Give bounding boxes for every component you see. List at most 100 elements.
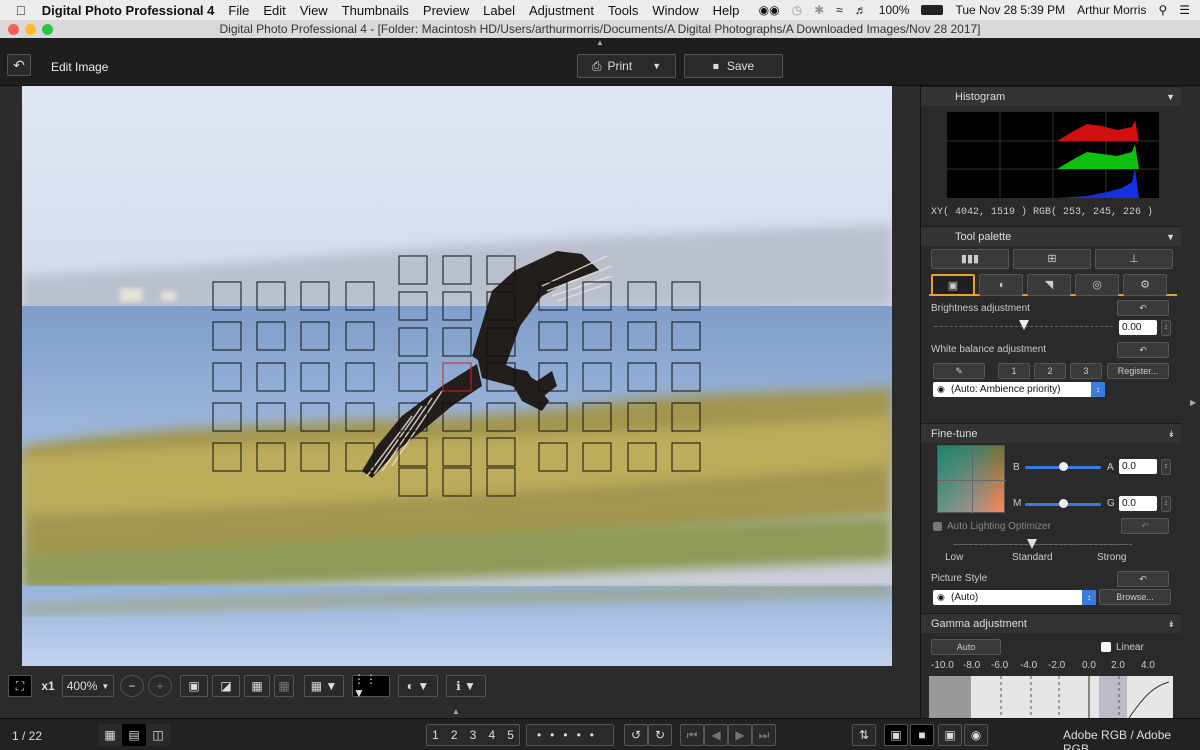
- chevron-down-icon[interactable]: ▼: [652, 61, 661, 71]
- menu-edit[interactable]: Edit: [263, 3, 285, 18]
- a-stepper[interactable]: ↕: [1161, 459, 1171, 475]
- menu-window[interactable]: Window: [652, 3, 698, 18]
- view-single-button[interactable]: ▤: [122, 724, 146, 746]
- gamma-graph[interactable]: [929, 676, 1173, 718]
- fine-tune-header[interactable]: Fine-tune ↡: [921, 423, 1181, 443]
- zoom-window-button[interactable]: [42, 24, 53, 35]
- panel-expand-icon[interactable]: ▶: [1190, 398, 1196, 407]
- picture-style-select[interactable]: ◉ (Auto) ↕: [933, 590, 1096, 605]
- last-image-button[interactable]: ⏭: [752, 724, 776, 746]
- menu-app-name[interactable]: Digital Photo Professional 4: [42, 3, 215, 18]
- save-button[interactable]: ⏹ Save: [684, 54, 783, 78]
- menu-clock[interactable]: Tue Nov 28 5:39 PM: [955, 3, 1065, 17]
- gamma-auto-button[interactable]: Auto: [931, 639, 1001, 655]
- sort-button[interactable]: ⇅: [852, 724, 876, 746]
- info-button[interactable]: ℹ ▼: [446, 675, 486, 697]
- rotate-left-button[interactable]: ↺: [624, 724, 648, 746]
- b-a-knob[interactable]: [1059, 462, 1068, 471]
- thumb-mode-3-button[interactable]: ▣: [938, 724, 962, 746]
- apple-menu-icon[interactable]: : [16, 3, 26, 18]
- close-window-button[interactable]: [8, 24, 19, 35]
- label-dots-button[interactable]: •••••: [526, 724, 614, 746]
- menu-adjustment[interactable]: Adjustment: [529, 3, 594, 18]
- menu-thumbnails[interactable]: Thumbnails: [342, 3, 409, 18]
- gamma-header[interactable]: Gamma adjustment ↡: [921, 613, 1181, 633]
- histogram-header[interactable]: Histogram ▼: [921, 86, 1181, 106]
- zoom-x1-button[interactable]: x1: [36, 675, 60, 697]
- linear-checkbox[interactable]: [1101, 642, 1111, 652]
- bluetooth-icon[interactable]: ✱: [814, 3, 824, 17]
- menu-label[interactable]: Label: [483, 3, 515, 18]
- rotate-tool-button[interactable]: ◪: [212, 675, 240, 697]
- layout-button[interactable]: ▦: [274, 675, 294, 697]
- brightness-stepper[interactable]: ↕: [1161, 320, 1171, 336]
- wb-register-button[interactable]: Register...: [1107, 363, 1169, 379]
- wb-register-1-button[interactable]: 1: [998, 363, 1030, 379]
- menu-view[interactable]: View: [300, 3, 328, 18]
- tab-color[interactable]: ◎: [1075, 274, 1119, 296]
- view-grid-button[interactable]: ▦: [98, 724, 122, 746]
- tab-basic[interactable]: ▣: [931, 274, 975, 296]
- menu-user[interactable]: Arthur Morris: [1077, 3, 1146, 17]
- tool-adjust-button[interactable]: ▮▮▮: [931, 249, 1009, 269]
- compare-tool-button[interactable]: ▦: [244, 675, 270, 697]
- double-chevron-icon[interactable]: ↡: [1167, 424, 1175, 444]
- picture-style-reset-button[interactable]: ↶: [1117, 571, 1169, 587]
- brightness-knob[interactable]: [1019, 320, 1029, 330]
- color-wheel[interactable]: [937, 445, 1006, 514]
- notification-center-icon[interactable]: ☰: [1179, 3, 1190, 17]
- menu-file[interactable]: File: [228, 3, 249, 18]
- wb-register-3-button[interactable]: 3: [1070, 363, 1102, 379]
- wifi-icon[interactable]: ≈: [836, 3, 843, 17]
- rating-4-button[interactable]: 4: [483, 728, 500, 742]
- g-value-input[interactable]: 0.0: [1119, 496, 1157, 511]
- alo-knob[interactable]: [1027, 539, 1037, 549]
- menu-preview[interactable]: Preview: [423, 3, 469, 18]
- volume-icon[interactable]: ♬: [855, 3, 867, 17]
- tab-settings[interactable]: ⚙: [1123, 274, 1167, 296]
- af-points-button[interactable]: ⋮⋮ ▼: [352, 672, 390, 700]
- tab-curve[interactable]: ◥: [1027, 274, 1071, 296]
- collapse-toolbar-icon[interactable]: ▲: [596, 38, 604, 47]
- prev-image-button[interactable]: ◀: [704, 724, 728, 746]
- rating-2-button[interactable]: 2: [446, 728, 463, 742]
- wb-reset-button[interactable]: ↶: [1117, 342, 1169, 358]
- g-stepper[interactable]: ↕: [1161, 496, 1171, 512]
- rotate-right-button[interactable]: ↻: [648, 724, 672, 746]
- thumb-mode-1-button[interactable]: ▣: [884, 724, 908, 746]
- alo-slider[interactable]: [953, 544, 1133, 545]
- tool-palette-header[interactable]: Tool palette ▼: [921, 226, 1181, 246]
- spotlight-icon[interactable]: ⚲: [1158, 3, 1167, 17]
- wb-register-2-button[interactable]: 2: [1034, 363, 1066, 379]
- next-image-button[interactable]: ▶: [728, 724, 752, 746]
- view-split-button[interactable]: ◫: [146, 724, 170, 746]
- first-image-button[interactable]: ⏮: [680, 724, 704, 746]
- fit-screen-button[interactable]: ⛶: [8, 675, 32, 697]
- zoom-out-button[interactable]: −: [120, 675, 144, 697]
- rating-1-button[interactable]: 1: [427, 728, 444, 742]
- m-g-knob[interactable]: [1059, 499, 1068, 508]
- highlight-warning-button[interactable]: ◐ ▼: [398, 675, 438, 697]
- crop-tool-button[interactable]: ▣: [180, 675, 208, 697]
- menu-tools[interactable]: Tools: [608, 3, 638, 18]
- back-button[interactable]: ↶: [7, 54, 31, 76]
- alo-reset-button[interactable]: ↶: [1121, 518, 1169, 534]
- zoom-in-button[interactable]: +: [148, 675, 172, 697]
- camera-mode-button[interactable]: ◉: [964, 724, 988, 746]
- battery-percent[interactable]: 100%: [879, 3, 910, 17]
- battery-icon[interactable]: [921, 5, 944, 15]
- browse-button[interactable]: Browse...: [1099, 589, 1171, 605]
- brightness-reset-button[interactable]: ↶: [1117, 300, 1169, 316]
- chevron-down-icon[interactable]: ▼: [1166, 227, 1175, 247]
- alo-checkbox[interactable]: [933, 522, 942, 531]
- rating-3-button[interactable]: 3: [465, 728, 482, 742]
- tool-stamp-button[interactable]: ⊥: [1095, 249, 1173, 269]
- tab-tone[interactable]: ◖: [979, 274, 1023, 296]
- thumb-mode-2-button[interactable]: ■: [910, 724, 934, 746]
- minimize-window-button[interactable]: [25, 24, 36, 35]
- time-machine-icon[interactable]: ◷: [792, 3, 802, 17]
- brightness-value-input[interactable]: 0.00: [1119, 320, 1157, 335]
- menu-help[interactable]: Help: [713, 3, 740, 18]
- expand-thumbnails-icon[interactable]: ▲: [452, 707, 460, 716]
- tool-crop-button[interactable]: ⊞: [1013, 249, 1091, 269]
